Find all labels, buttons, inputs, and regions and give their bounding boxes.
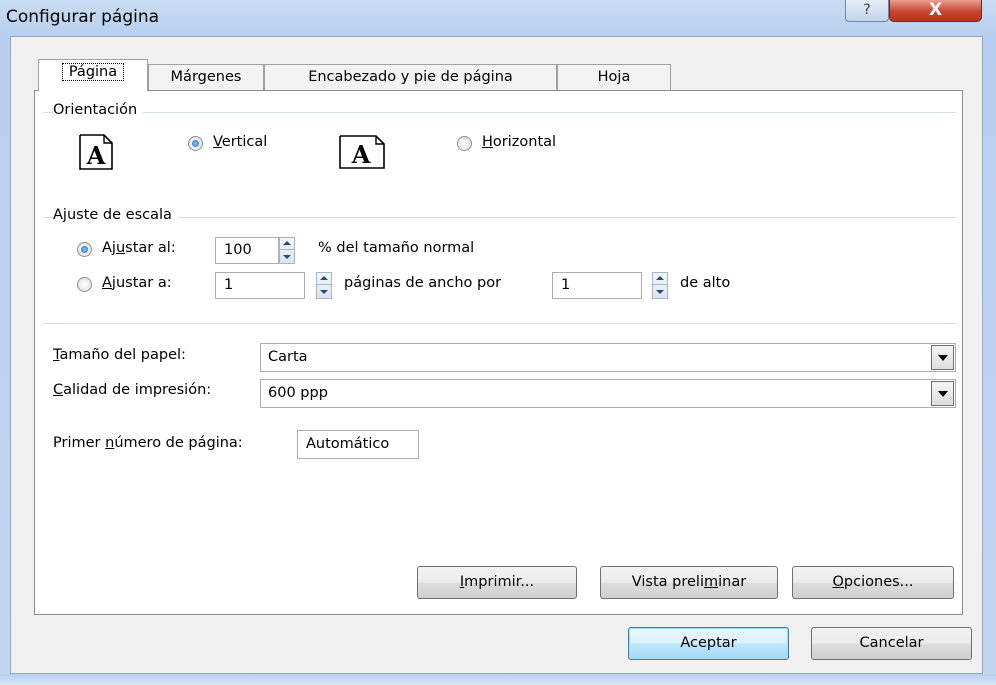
fit-tall-spinner[interactable] [652, 272, 668, 299]
first-page-number-input[interactable]: Automático [297, 430, 419, 459]
spin-down-icon [656, 290, 664, 294]
fit-to-label-rest: justar a: [111, 275, 172, 291]
close-button[interactable]: X [889, 0, 982, 22]
tab-margenes-label: Márgenes [170, 69, 242, 85]
spin-up-icon [320, 276, 328, 280]
cancel-button[interactable]: Cancelar [811, 627, 972, 660]
print-quality-label-rest: alidad de impresión: [63, 382, 212, 398]
landscape-page-icon: A [339, 135, 385, 169]
paper-size-label: Tamaño del papel: [53, 347, 186, 363]
vertical-radio[interactable] [188, 136, 203, 151]
spin-down-icon [320, 290, 328, 294]
adjust-to-suffix: % del tamaño normal [318, 240, 475, 256]
window-bottom-frame [0, 674, 996, 685]
adjust-to-percent-input[interactable]: 100 [215, 237, 279, 264]
paper-size-label-rest: amaño del papel: [59, 347, 186, 363]
print-button[interactable]: Imprimir... [417, 566, 577, 599]
options-label-rest: pciones... [843, 574, 914, 590]
tab-encabezado[interactable]: Encabezado y pie de página [264, 64, 557, 90]
separator-line [43, 323, 956, 324]
horizontal-label[interactable]: Horizontal [482, 134, 556, 150]
spin-up-icon [656, 276, 664, 280]
print-preview-button[interactable]: Vista preliminar [600, 566, 778, 599]
orientation-group-line [43, 112, 956, 113]
spin-down-button[interactable] [280, 251, 294, 263]
help-button[interactable]: ? [845, 0, 889, 22]
fit-wide-spinner[interactable] [316, 272, 332, 299]
adjust-to-label[interactable]: Ajustar al: [102, 240, 176, 256]
tab-hoja-label: Hoja [597, 69, 631, 85]
first-page-label-a: Primer [53, 435, 106, 451]
options-access-key: O [832, 574, 844, 590]
scaling-group-label: Ajuste de escala [53, 207, 178, 223]
fit-to-radio[interactable] [77, 277, 92, 292]
print-quality-select[interactable]: 600 ppp [260, 379, 956, 408]
landscape-letter: A [351, 140, 371, 169]
spin-down-icon [283, 255, 291, 259]
vertical-label-rest: ertical [221, 134, 268, 150]
adjust-to-access-key: u [115, 240, 126, 256]
scaling-group-line [43, 217, 956, 218]
spin-down-button[interactable] [653, 286, 667, 298]
fit-to-label[interactable]: Ajustar a: [102, 275, 172, 291]
tab-pagina[interactable]: Página [38, 59, 148, 91]
portrait-letter: A [86, 141, 106, 170]
horizontal-radio[interactable] [457, 136, 472, 151]
spin-up-button[interactable] [280, 238, 294, 250]
first-page-access-key: n [105, 435, 115, 451]
print-quality-label: Calidad de impresión: [53, 382, 211, 398]
chevron-down-icon [938, 391, 948, 397]
options-button[interactable]: Opciones... [792, 566, 954, 599]
paper-size-value: Carta [268, 349, 308, 365]
dialog-client-area: Página Márgenes Encabezado y pie de pági… [10, 36, 983, 674]
title-bar[interactable]: Configurar página ? X [0, 0, 996, 36]
print-quality-value: 600 ppp [268, 385, 328, 401]
portrait-page-icon: A [79, 134, 113, 170]
vertical-label[interactable]: Vertical [213, 134, 267, 150]
first-page-label-rest: úmero de página: [114, 435, 243, 451]
adjust-to-radio[interactable] [77, 242, 92, 257]
print-preview-label-rest: inar [718, 574, 747, 590]
fit-tall-suffix: de alto [680, 275, 731, 291]
fit-wide-suffix: páginas de ancho por [344, 275, 502, 291]
orientation-group-label: Orientación [53, 102, 144, 118]
spin-up-button[interactable] [317, 273, 331, 285]
close-icon: X [928, 0, 943, 20]
paper-size-select[interactable]: Carta [260, 343, 956, 372]
tab-margenes[interactable]: Márgenes [148, 64, 264, 90]
horizontal-label-rest: orizontal [492, 134, 557, 150]
dialog-window: Configurar página ? X Página Márgenes En… [0, 0, 996, 685]
adjust-to-label-a: Aj [102, 240, 116, 256]
fit-tall-input[interactable]: 1 [552, 272, 642, 299]
print-preview-access-key: m [704, 574, 719, 590]
chevron-down-icon [938, 355, 948, 361]
vertical-label-access-key: V [213, 134, 222, 150]
horizontal-label-access-key: H [482, 134, 493, 150]
spin-down-button[interactable] [317, 286, 331, 298]
print-quality-access-key: C [53, 382, 64, 398]
tab-encabezado-label: Encabezado y pie de página [308, 69, 513, 85]
print-quality-dropdown-button[interactable] [931, 381, 954, 406]
tab-pagina-label: Página [61, 63, 125, 81]
print-preview-label-a: Vista preli [631, 574, 704, 590]
fit-wide-input[interactable]: 1 [215, 272, 305, 299]
help-icon: ? [863, 2, 871, 18]
print-label-rest: mprimir... [464, 574, 535, 590]
first-page-number-label: Primer número de página: [53, 435, 243, 451]
spin-up-button[interactable] [653, 273, 667, 285]
fit-to-access-key: A [102, 275, 112, 291]
paper-size-dropdown-button[interactable] [931, 345, 954, 370]
tab-hoja[interactable]: Hoja [557, 64, 671, 90]
spin-up-icon [283, 241, 291, 245]
adjust-to-spinner[interactable] [279, 237, 295, 264]
ok-button[interactable]: Aceptar [628, 627, 789, 660]
adjust-to-label-rest: star al: [125, 240, 176, 256]
page-tab-panel: Orientación A Vertical A Horizontal Ajus… [34, 90, 963, 615]
dialog-title: Configurar página [6, 7, 160, 27]
